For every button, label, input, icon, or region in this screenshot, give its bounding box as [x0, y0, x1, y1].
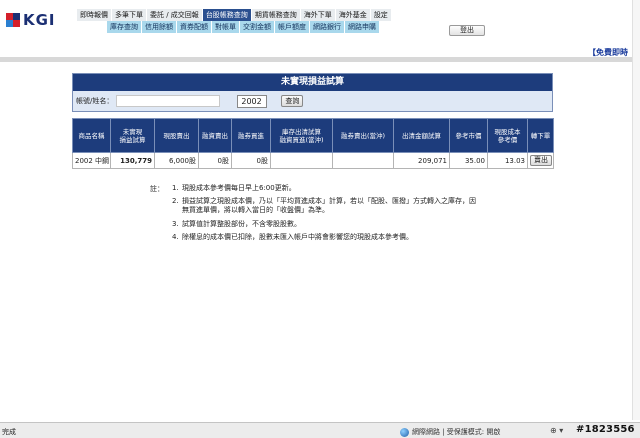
header-divider: [0, 57, 640, 62]
col-short-sell-day: 融券賣出(當沖): [332, 118, 394, 153]
submenu-netbank[interactable]: 網路銀行: [310, 21, 345, 33]
cell-margin-sell: 0股: [198, 152, 232, 169]
menu-futures-account[interactable]: 期貨帳務查詢: [251, 9, 301, 21]
calc-panel: 未實現損益試算 帳號/姓名： 2002 查詢: [72, 73, 553, 112]
col-margin-sell: 融資賣出: [198, 118, 232, 153]
submenu-credit-balance[interactable]: 信用餘額: [142, 21, 177, 33]
calc-panel-title: 未實現損益試算: [73, 74, 552, 91]
menu-tw-account[interactable]: 台股帳務查詢: [202, 9, 252, 21]
cell-cost-price: 13.03: [487, 152, 528, 169]
primary-menu: 即時報價 多筆下單 委託 / 成交回報 台股帳務查詢 期貨帳務查詢 海外下單 海…: [77, 9, 392, 21]
account-name-field: [116, 95, 221, 107]
note-text: 除權息的成本價已扣除，股數未匯入帳戶中將會影響您的現股成本參考價。: [182, 233, 413, 241]
logout-button[interactable]: 登出: [449, 25, 485, 36]
cell-margin-buy-day: [270, 152, 333, 169]
menu-quote[interactable]: 即時報價: [77, 9, 112, 21]
query-button[interactable]: 查詢: [281, 95, 304, 107]
note-item: 1. 現股成本參考價每日早上6:00更新。: [172, 184, 482, 193]
notes-heading: 註：: [150, 185, 164, 193]
account-label: 帳號/姓名：: [76, 97, 114, 105]
note-item: 3. 試算值計算整股部份，不含零股股數。: [172, 220, 482, 229]
submenu-inventory[interactable]: 庫存查詢: [107, 21, 142, 33]
unrealized-pl-table: 商品名稱 未實現 損益試算 現股賣出 融資賣出 融券買進 庫存出清試算 融資買進…: [72, 118, 554, 169]
brand-name: KGI: [23, 11, 56, 29]
cell-product: 2002 中鋼: [72, 152, 111, 169]
globe-icon: [400, 427, 409, 437]
note-item: 2. 損益試算之現股成本價，乃以「平均買進成本」計算，若以「配股、匯撥」方式轉入…: [172, 197, 482, 215]
note-text: 損益試算之現股成本價，乃以「平均買進成本」計算，若以「配股、匯撥」方式轉入之庫存…: [182, 197, 476, 214]
vertical-scrollbar[interactable]: [632, 0, 640, 420]
submenu-account-limit[interactable]: 帳戶額度: [275, 21, 310, 33]
note-number: 3.: [172, 220, 179, 228]
col-clear-amount: 出清金額試算: [393, 118, 450, 153]
table-header-row: 商品名稱 未實現 損益試算 現股賣出 融資賣出 融券買進 庫存出清試算 融資買進…: [72, 118, 554, 153]
note-item: 4. 除權息的成本價已扣除，股數未匯入帳戶中將會影響您的現股成本參考價。: [172, 233, 482, 242]
sell-button[interactable]: 賣出: [530, 155, 552, 166]
col-margin-buy-day: 庫存出清試算 融資買進(當沖): [270, 118, 333, 153]
col-market-price: 參考市價: [449, 118, 488, 153]
kgi-logo: KGI: [6, 9, 74, 31]
submenu-settlement[interactable]: 交割金額: [240, 21, 275, 33]
menu-overseas-fund[interactable]: 海外基金: [335, 9, 371, 21]
note-number: 4.: [172, 233, 179, 241]
menu-overseas-order[interactable]: 海外下單: [300, 9, 336, 21]
watermark: #1823556: [576, 424, 635, 435]
note-text: 現股成本參考價每日早上6:00更新。: [182, 184, 296, 192]
table-row: 2002 中鋼 130,779 6,000股 0股 0股 209,071 35.…: [72, 152, 554, 169]
menu-order-report[interactable]: 委託 / 成交回報: [147, 9, 203, 21]
cell-short-buy: 0股: [231, 152, 271, 169]
col-product: 商品名稱: [72, 118, 111, 153]
account-row: 帳號/姓名： 2002 查詢: [73, 91, 552, 111]
stock-code-input[interactable]: 2002: [237, 94, 268, 108]
status-text: 完成: [2, 428, 16, 436]
status-bar: 完成 網際網路 | 受保護模式: 開啟 ⊕ ▾: [0, 422, 640, 438]
cell-short-sell-day: [332, 152, 394, 169]
col-action: 轉下單: [527, 118, 554, 153]
kgi-logo-icon: [6, 13, 20, 27]
note-number: 1.: [172, 184, 179, 192]
cell-clear-amount: 209,071: [393, 152, 450, 169]
menu-settings[interactable]: 設定: [370, 9, 392, 21]
submenu-margin-quota[interactable]: 資券配額: [177, 21, 212, 33]
note-text: 試算值計算整股部份，不含零股股數。: [182, 220, 301, 228]
cell-cash-sell: 6,000股: [154, 152, 199, 169]
col-cash-sell: 現股賣出: [154, 118, 199, 153]
cell-unrealized: 130,779: [110, 152, 155, 169]
col-unrealized: 未實現 損益試算: [110, 118, 155, 153]
menu-multi-order[interactable]: 多筆下單: [112, 9, 147, 21]
cell-market-price: 35.00: [449, 152, 488, 169]
submenu-ipo[interactable]: 網路申購: [345, 21, 380, 33]
secondary-menu: 庫存查詢 信用餘額 資券配額 對帳單 交割金額 帳戶額度 網路銀行 網路申購: [107, 21, 380, 33]
zoom-icon[interactable]: ⊕ ▾: [550, 426, 563, 435]
cell-action: 賣出: [527, 152, 554, 169]
col-cost-price: 現股成本 參考價: [487, 118, 528, 153]
submenu-statement[interactable]: 對帳單: [212, 21, 240, 33]
col-short-buy: 融券買進: [231, 118, 271, 153]
zone-text: 網際網路 | 受保護模式: 開啟: [412, 428, 501, 436]
note-number: 2.: [172, 197, 179, 205]
security-zone: 網際網路 | 受保護模式: 開啟: [400, 427, 500, 437]
